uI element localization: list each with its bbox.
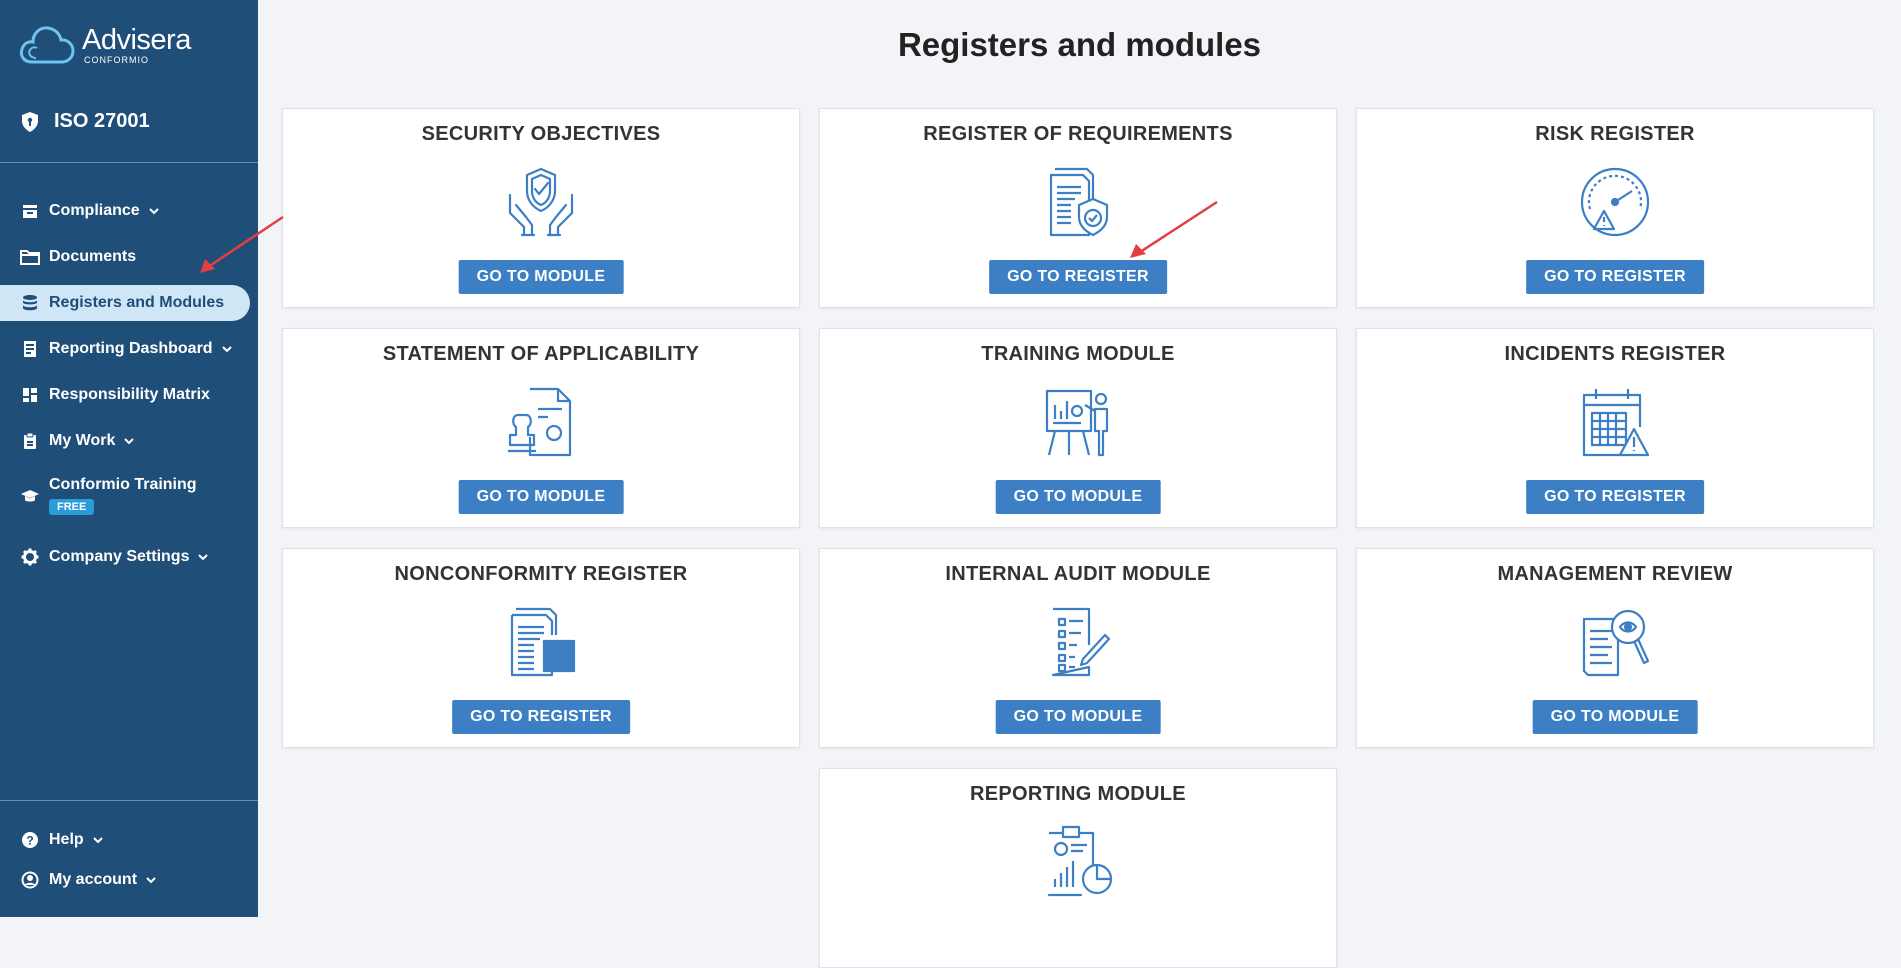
sidebar-item-registers[interactable]: Registers and Modules <box>0 280 250 326</box>
card-training-module: TRAINING MODULE GO TO MODULE <box>819 328 1337 528</box>
shield-hands-icon <box>508 167 574 237</box>
free-badge: FREE <box>49 499 95 515</box>
account-icon <box>20 870 40 890</box>
sidebar-item-company-settings[interactable]: Company Settings <box>0 534 258 580</box>
cloud-logo-icon <box>19 26 75 64</box>
page-title: Registers and modules <box>897 26 1262 63</box>
sidebar-item-my-account[interactable]: My account <box>0 860 258 900</box>
grid-icon <box>20 385 40 405</box>
sidebar-item-label: Reporting Dashboard <box>49 340 213 357</box>
chevron-down-icon <box>123 437 135 445</box>
clipboard-chart-icon <box>1047 825 1113 897</box>
graduation-cap-icon <box>20 486 40 506</box>
sidebar-item-label: Responsibility Matrix <box>49 386 210 403</box>
card-title: STATEMENT OF APPLICABILITY <box>382 343 700 365</box>
sidebar-item-label: My Work <box>49 432 116 449</box>
card-title: NONCONFORMITY REGISTER <box>394 563 688 585</box>
card-internal-audit-module: INTERNAL AUDIT MODULE GO TO MODULE <box>819 548 1337 748</box>
gear-icon <box>20 547 40 567</box>
report-icon <box>20 339 40 359</box>
brand-sub: CONFORMIO <box>84 54 149 65</box>
card-reporting-module: REPORTING MODULE <box>819 768 1337 968</box>
go-to-register-button[interactable]: GO TO REGISTER <box>1526 260 1704 294</box>
checklist-icon <box>1051 607 1111 677</box>
sidebar-item-label: Compliance <box>49 202 140 219</box>
brand-name: Advisera <box>82 23 191 56</box>
document-magnifier-icon <box>1582 609 1650 677</box>
sidebar-item-label: Registers and Modules <box>49 294 225 311</box>
sidebar-item-help[interactable]: ? Help <box>0 820 258 860</box>
sidebar-item-label: My account <box>49 871 138 888</box>
sidebar-item-documents[interactable]: Documents <box>0 234 258 280</box>
sidebar-nav: Compliance Documents Registers and Modul… <box>0 188 258 580</box>
chevron-down-icon <box>221 345 233 353</box>
sidebar-item-label: Conformio Training <box>49 476 197 493</box>
sidebar-item-my-work[interactable]: My Work <box>0 418 258 464</box>
go-to-register-button[interactable]: GO TO REGISTER <box>452 700 630 734</box>
go-to-module-button[interactable]: GO TO MODULE <box>458 480 624 514</box>
go-to-module-button[interactable]: GO TO MODULE <box>1532 700 1698 734</box>
card-title: RISK REGISTER <box>1535 123 1695 145</box>
sidebar-item-label: Help <box>49 831 84 848</box>
sidebar-item-reporting-dashboard[interactable]: Reporting Dashboard <box>0 326 258 372</box>
document-shield-icon <box>1049 167 1109 237</box>
card-title: SECURITY OBJECTIVES <box>421 123 661 145</box>
svg-text:?: ? <box>26 834 33 848</box>
go-to-module-button[interactable]: GO TO MODULE <box>458 260 624 294</box>
presentation-icon <box>1045 389 1109 457</box>
sidebar-item-label: Documents <box>49 248 137 265</box>
sidebar-divider <box>0 800 258 801</box>
sidebar-item-compliance[interactable]: Compliance <box>0 188 258 234</box>
card-nonconformity-register: NONCONFORMITY REGISTER GO TO REGISTER <box>282 548 800 748</box>
database-icon <box>20 293 40 313</box>
card-security-objectives: SECURITY OBJECTIVES GO TO MODULE <box>282 108 800 308</box>
go-to-module-button[interactable]: GO TO MODULE <box>995 480 1161 514</box>
help-icon: ? <box>20 830 40 850</box>
card-incidents-register: INCIDENTS REGISTER GO TO REGISTER <box>1356 328 1874 528</box>
card-register-of-requirements: REGISTER OF REQUIREMENTS GO TO REGISTER <box>819 108 1337 308</box>
risk-gauge-icon <box>1580 167 1650 237</box>
go-to-module-button[interactable]: GO TO MODULE <box>995 700 1161 734</box>
sidebar-item-responsibility-matrix[interactable]: Responsibility Matrix <box>0 372 258 418</box>
shield-icon <box>22 111 38 132</box>
product-name: ISO 27001 <box>54 110 150 132</box>
sidebar: Advisera CONFORMIO ISO 27001 Compliance … <box>0 0 258 917</box>
advisera-logo[interactable]: Advisera CONFORMIO <box>18 22 191 68</box>
product-selector[interactable]: ISO 27001 <box>20 110 150 133</box>
sidebar-item-conformio-training[interactable]: Conformio Training FREE <box>0 464 258 534</box>
card-title: INCIDENTS REGISTER <box>1504 343 1726 365</box>
card-title: REPORTING MODULE <box>970 783 1186 805</box>
go-to-register-button[interactable]: GO TO REGISTER <box>989 260 1167 294</box>
clipboard-icon <box>20 431 40 451</box>
chevron-down-icon <box>145 876 157 884</box>
sidebar-divider <box>0 162 258 163</box>
card-risk-register: RISK REGISTER GO TO REGISTER <box>1356 108 1874 308</box>
documents-icon <box>510 607 576 677</box>
sidebar-item-label: Company Settings <box>49 548 190 565</box>
go-to-register-button[interactable]: GO TO REGISTER <box>1526 480 1704 514</box>
folder-icon <box>20 247 40 267</box>
calendar-warning-icon <box>1582 389 1650 457</box>
card-statement-of-applicability: STATEMENT OF APPLICABILITY GO TO MODULE <box>282 328 800 528</box>
sidebar-bottom-nav: ? Help My account <box>0 820 258 900</box>
inbox-icon <box>20 201 40 221</box>
chevron-down-icon <box>197 553 209 561</box>
stamp-document-icon <box>508 387 572 457</box>
chevron-down-icon <box>148 207 160 215</box>
card-title: TRAINING MODULE <box>981 343 1175 365</box>
card-management-review: MANAGEMENT REVIEW GO TO MODULE <box>1356 548 1874 748</box>
chevron-down-icon <box>92 836 104 844</box>
card-title: INTERNAL AUDIT MODULE <box>945 563 1211 585</box>
card-title: MANAGEMENT REVIEW <box>1497 563 1733 585</box>
card-title: REGISTER OF REQUIREMENTS <box>923 123 1233 145</box>
